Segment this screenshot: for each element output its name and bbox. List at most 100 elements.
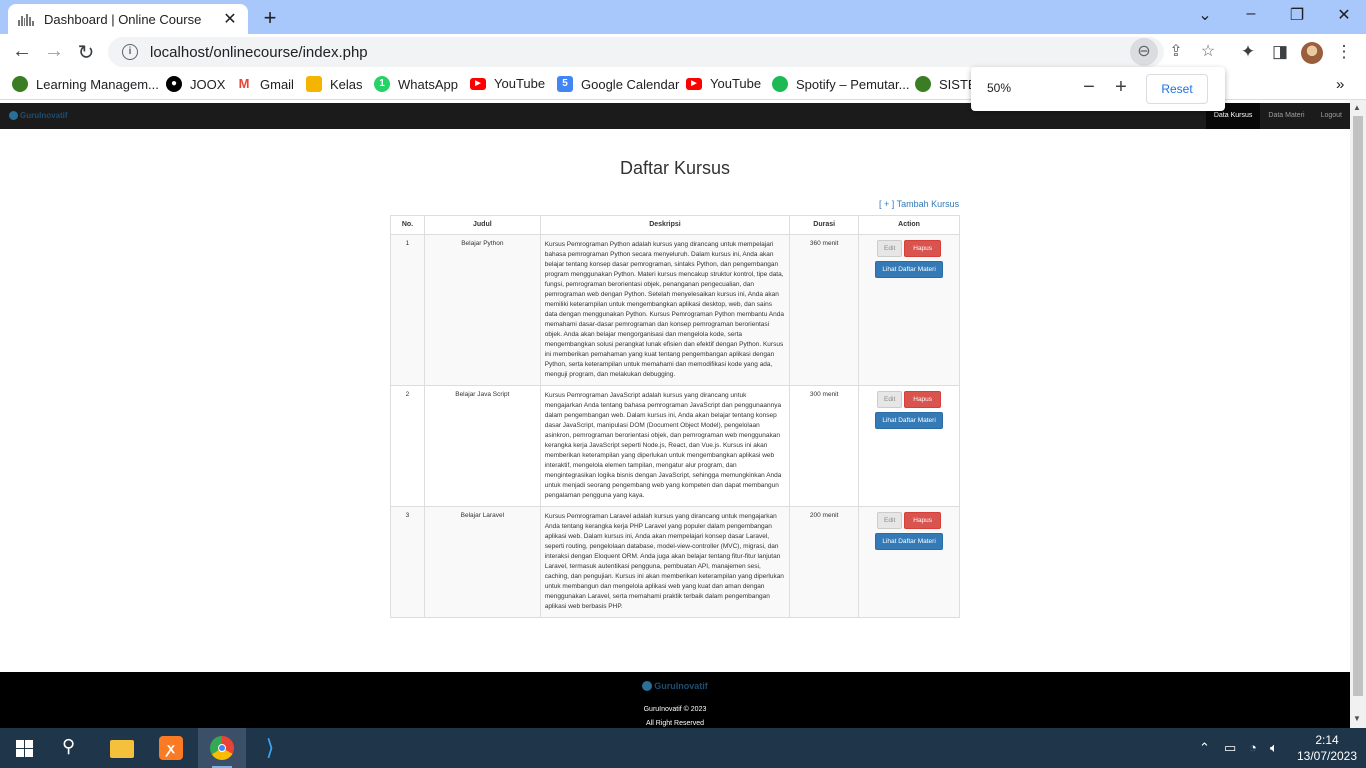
- browser-tab[interactable]: Dashboard | Online Course ✕: [8, 4, 248, 34]
- cell-action: Edit Hapus Lihat Daftar Materi: [858, 385, 960, 507]
- nav-logout[interactable]: Logout: [1313, 103, 1350, 129]
- bookmark-gmail[interactable]: M Gmail: [236, 76, 294, 92]
- footer-brand: GuruInovatif: [642, 681, 708, 691]
- spotify-icon: [772, 76, 788, 92]
- nav-data-materi[interactable]: Data Materi: [1260, 103, 1312, 129]
- tambah-kursus-link[interactable]: [ + ] Tambah Kursus: [879, 199, 959, 209]
- cell-judul: Belajar Java Script: [423, 385, 541, 507]
- cell-durasi: 200 menit: [789, 506, 860, 618]
- more-bookmarks-icon[interactable]: »: [1336, 76, 1344, 93]
- profile-avatar[interactable]: [1301, 42, 1323, 64]
- zoom-popup: 50% − + Reset: [971, 67, 1225, 111]
- page-title: Daftar Kursus: [619, 158, 731, 178]
- restore-icon[interactable]: ❐: [1285, 5, 1309, 25]
- bookmark-star-icon[interactable]: ☆: [1194, 38, 1222, 66]
- tab-search-icon[interactable]: ⌄: [1193, 5, 1217, 25]
- url-text: localhost/onlinecourse/index.php: [150, 43, 368, 61]
- bookmark-label: WhatsApp: [398, 76, 458, 92]
- address-bar[interactable]: i localhost/onlinecourse/index.php: [108, 37, 1164, 67]
- footer-brand-text: GuruInovatif: [654, 681, 708, 691]
- tray-chevron-icon[interactable]: ⌃: [1199, 740, 1210, 756]
- bookmark-youtube[interactable]: ▶ YouTube: [470, 76, 545, 91]
- hapus-button[interactable]: Hapus: [904, 512, 942, 529]
- lihat-materi-button[interactable]: Lihat Daftar Materi: [875, 412, 943, 429]
- chrome-taskbar-item[interactable]: [198, 728, 246, 768]
- search-icon[interactable]: ⚲: [62, 736, 86, 760]
- whatsapp-icon: 1: [374, 76, 390, 92]
- side-panel-icon[interactable]: ◨: [1268, 42, 1292, 62]
- hapus-button[interactable]: Hapus: [904, 240, 942, 257]
- cell-durasi: 360 menit: [789, 234, 860, 386]
- back-icon[interactable]: ←: [10, 40, 34, 63]
- edit-button[interactable]: Edit: [877, 240, 903, 257]
- lihat-materi-button[interactable]: Lihat Daftar Materi: [875, 533, 943, 550]
- page-scrollbar[interactable]: ▲ ▼: [1350, 100, 1366, 728]
- classroom-icon: [306, 76, 322, 92]
- cell-action: Edit Hapus Lihat Daftar Materi: [858, 234, 960, 386]
- site-menu: Data Kursus Data Materi Logout: [1205, 103, 1350, 129]
- edit-button[interactable]: Edit: [877, 512, 903, 529]
- scroll-down-icon[interactable]: ▼: [1353, 714, 1361, 723]
- xampp-icon[interactable]: ꭗ: [159, 736, 183, 760]
- lms-icon: [12, 76, 28, 92]
- zoom-in-button[interactable]: +: [1109, 76, 1133, 99]
- file-explorer-icon[interactable]: [110, 740, 134, 758]
- zoom-out-button[interactable]: −: [1077, 76, 1101, 99]
- close-window-icon[interactable]: ✕: [1332, 5, 1356, 25]
- hapus-button[interactable]: Hapus: [904, 391, 942, 408]
- lihat-materi-button[interactable]: Lihat Daftar Materi: [875, 261, 943, 278]
- bookmark-spotify[interactable]: Spotify – Pemutar...: [772, 76, 909, 92]
- site-brand[interactable]: GuruInovatif: [9, 111, 68, 120]
- table-row: 3 Belajar Laravel Kursus Pemrograman Lar…: [390, 506, 960, 618]
- cell-no: 2: [390, 385, 425, 507]
- brand-logo-icon: [9, 111, 18, 120]
- wifi-icon[interactable]: ◔: [1249, 740, 1257, 755]
- zoom-icon[interactable]: ⊖: [1130, 38, 1158, 66]
- tab-favicon-icon: [18, 12, 34, 26]
- browser-toolbar: ← → ↻ i localhost/onlinecourse/index.php…: [0, 34, 1366, 70]
- cell-deskripsi: Kursus Pemrograman Laravel adalah kursus…: [539, 506, 791, 618]
- zoom-reset-button[interactable]: Reset: [1146, 74, 1208, 104]
- footer-copyright: GuruInovatif © 2023: [643, 706, 707, 713]
- battery-icon[interactable]: ▭: [1224, 740, 1236, 756]
- reload-icon[interactable]: ↻: [74, 40, 98, 65]
- brand-logo-icon: [642, 681, 653, 691]
- bookmark-joox[interactable]: ● JOOX: [166, 76, 225, 92]
- cell-action: Edit Hapus Lihat Daftar Materi: [858, 506, 960, 618]
- bookmark-kelas[interactable]: Kelas: [306, 76, 363, 92]
- cell-deskripsi: Kursus Pemrograman Python adalah kursus …: [539, 234, 791, 386]
- clock-date: 13/07/2023: [1296, 749, 1358, 763]
- bookmark-label: Gmail: [260, 76, 294, 92]
- tab-close-icon[interactable]: ✕: [222, 9, 238, 29]
- bookmark-label: YouTube: [710, 76, 762, 91]
- header-judul: Judul: [423, 215, 541, 235]
- extensions-icon[interactable]: ✦: [1236, 42, 1260, 62]
- new-tab-button[interactable]: +: [258, 5, 282, 31]
- table-row: 1 Belajar Python Kursus Pemrograman Pyth…: [390, 234, 960, 386]
- menu-dots-icon[interactable]: ⋮: [1332, 42, 1356, 62]
- header-deskripsi: Deskripsi: [539, 215, 791, 235]
- zoom-level: 50%: [987, 81, 1012, 95]
- web-page: GuruInovatif Data Kursus Data Materi Log…: [0, 100, 1350, 728]
- taskbar-clock[interactable]: 2:14 13/07/2023: [1292, 732, 1362, 764]
- youtube-icon: ▶: [470, 77, 486, 90]
- volume-icon[interactable]: 🔈︎: [1270, 740, 1278, 756]
- bookmark-label: Learning Managem...: [36, 76, 159, 92]
- cell-durasi: 300 menit: [789, 385, 860, 507]
- bookmark-google-calendar[interactable]: 5 Google Calendar: [557, 76, 679, 92]
- share-icon[interactable]: ⇪: [1162, 38, 1190, 66]
- vscode-icon[interactable]: ⟩: [258, 736, 282, 760]
- forward-icon[interactable]: →: [42, 40, 66, 63]
- scroll-up-icon[interactable]: ▲: [1353, 103, 1361, 112]
- cell-judul: Belajar Python: [423, 234, 541, 386]
- bookmark-lms[interactable]: Learning Managem...: [12, 76, 159, 92]
- gmail-icon: M: [236, 76, 252, 92]
- edit-button[interactable]: Edit: [877, 391, 903, 408]
- minimize-icon[interactable]: –: [1239, 5, 1263, 23]
- scroll-thumb[interactable]: [1353, 116, 1363, 696]
- bookmark-whatsapp[interactable]: 1 WhatsApp: [374, 76, 458, 92]
- header-action: Action: [858, 215, 960, 235]
- bookmark-youtube-2[interactable]: ▶ YouTube: [686, 76, 761, 91]
- windows-start-icon[interactable]: [16, 740, 33, 757]
- site-info-icon[interactable]: i: [122, 44, 138, 60]
